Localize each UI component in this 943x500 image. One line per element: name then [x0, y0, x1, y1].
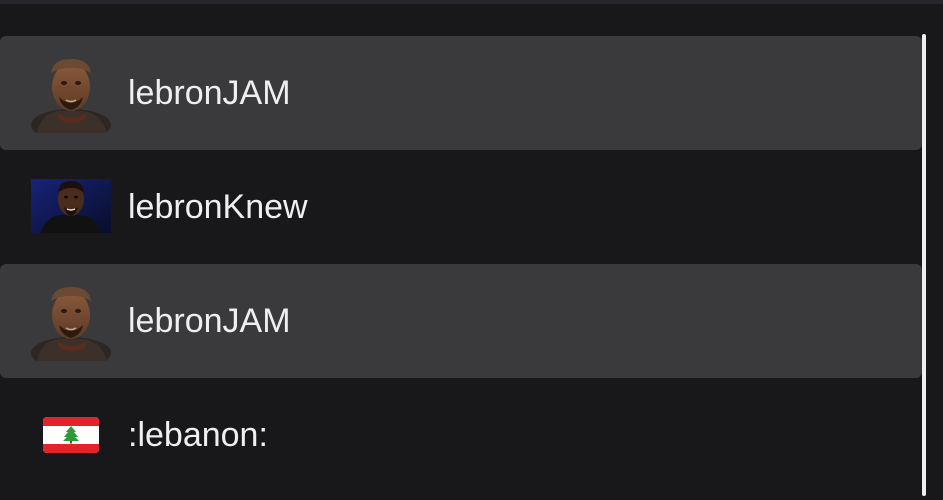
- emote-suggestion-item[interactable]: lebronJAM: [0, 36, 922, 150]
- scrollbar[interactable]: [922, 34, 926, 496]
- emoji-suggestion-item[interactable]: :lebanon:: [0, 378, 922, 492]
- panel-top-border: [0, 0, 943, 4]
- emoji-name-label: :lebanon:: [128, 416, 268, 454]
- emote-suggestion-list: lebronJAM lebronKnew lebronJAM:lebanon:: [0, 36, 922, 492]
- emote-suggestion-item[interactable]: lebronJAM: [0, 264, 922, 378]
- lebron-jam-emote-icon: [31, 53, 111, 133]
- emote-name-label: lebronJAM: [128, 302, 291, 340]
- emote-suggestion-item[interactable]: lebronKnew: [0, 150, 922, 264]
- lebanon-flag-icon: [31, 395, 111, 475]
- emote-name-label: lebronJAM: [128, 74, 291, 112]
- lebron-knew-emote-icon: [31, 167, 111, 247]
- emote-name-label: lebronKnew: [128, 188, 308, 226]
- lebron-jam-emote-icon: [31, 281, 111, 361]
